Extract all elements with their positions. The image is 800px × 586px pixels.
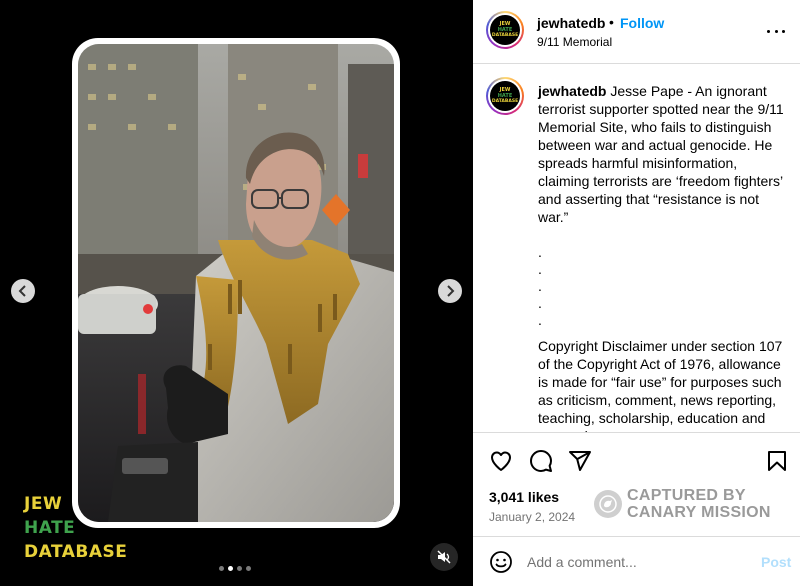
- watermark-line-3: DATABASE: [24, 542, 128, 562]
- copyright-disclaimer: Copyright Disclaimer under section 107 o…: [538, 338, 783, 432]
- post-date: January 2, 2024: [489, 510, 576, 524]
- more-horizontal-icon: [767, 29, 770, 33]
- speaker-muted-icon: [437, 550, 451, 564]
- likes-count[interactable]: 3,041 likes: [489, 489, 559, 505]
- post-comment-button[interactable]: Post: [761, 554, 791, 570]
- watermark: JEW HATE DATABASE: [24, 492, 127, 564]
- caption-username[interactable]: jewhatedb: [538, 83, 606, 99]
- location-link[interactable]: 9/11 Memorial: [537, 35, 612, 49]
- caption: jewhatedb Jesse Pape - An ignorant terro…: [538, 82, 788, 432]
- caption-dot: .: [538, 278, 542, 294]
- post-header: JEW HATE DATABASE jewhatedb • Follow 9/1…: [473, 0, 800, 64]
- comment-bar: Post: [473, 536, 800, 586]
- captured-line: CAPTURED BY: [627, 487, 746, 504]
- emoji-icon[interactable]: [489, 550, 513, 574]
- heart-icon[interactable]: [489, 449, 513, 473]
- separator-dot: •: [609, 14, 614, 30]
- watermark-line-1: JEW: [24, 494, 63, 514]
- avatar-logo: JEW HATE DATABASE: [490, 15, 520, 45]
- post-photo[interactable]: [78, 44, 394, 522]
- paper-plane-icon[interactable]: [568, 449, 592, 473]
- caption-dot: .: [538, 312, 542, 328]
- captured-line: CANARY MISSION: [627, 504, 771, 521]
- watermark-line-2: HATE: [24, 518, 76, 538]
- more-dot: [782, 29, 785, 33]
- chevron-left-icon: [18, 285, 26, 297]
- mute-button[interactable]: [430, 543, 458, 571]
- caption-dots: . . . . .: [538, 244, 788, 329]
- chevron-right-icon: [447, 285, 455, 297]
- caption-dot: .: [538, 295, 542, 311]
- caption-avatar[interactable]: JEW HATE DATABASE: [486, 77, 524, 115]
- next-slide-button[interactable]: [438, 279, 462, 303]
- avatar[interactable]: JEW HATE DATABASE: [486, 11, 524, 49]
- avatar-logo-line: DATABASE: [491, 33, 519, 38]
- caption-dot: .: [538, 244, 542, 260]
- comment-icon[interactable]: [529, 449, 553, 473]
- captured-by-text: CAPTURED BY CANARY MISSION: [627, 487, 771, 521]
- canary-mission-overlay: CAPTURED BY CANARY MISSION: [594, 487, 771, 521]
- carousel-dot-active: [228, 566, 233, 571]
- carousel-dots: [219, 566, 251, 571]
- avatar-logo-line: DATABASE: [491, 99, 519, 104]
- canary-bird-icon: [594, 490, 622, 518]
- carousel-dot: [246, 566, 251, 571]
- avatar-logo: JEW HATE DATABASE: [490, 81, 520, 111]
- more-dot: [774, 29, 778, 33]
- post-panel: JEW HATE DATABASE jewhatedb • Follow 9/1…: [473, 0, 800, 586]
- carousel-dot: [219, 566, 224, 571]
- comment-input[interactable]: [527, 551, 747, 573]
- canary-bird-graphic: [599, 495, 617, 513]
- follow-button[interactable]: Follow: [620, 15, 664, 31]
- media-viewer: JEW HATE DATABASE: [0, 0, 473, 586]
- caption-area: JEW HATE DATABASE jewhatedb Jesse Pape -…: [473, 65, 800, 432]
- photo-frame: [72, 38, 400, 528]
- caption-dot: .: [538, 261, 542, 277]
- username-link[interactable]: jewhatedb: [537, 15, 605, 31]
- previous-slide-button[interactable]: [11, 279, 35, 303]
- carousel-dot: [237, 566, 242, 571]
- bookmark-icon[interactable]: [765, 449, 789, 473]
- photo-illustration: [78, 44, 394, 522]
- more-options-button[interactable]: [767, 22, 785, 40]
- actions-section: 3,041 likes January 2, 2024 CAPTURED BY …: [473, 432, 800, 536]
- caption-text: Jesse Pape - An ignorant terrorist suppo…: [538, 83, 784, 225]
